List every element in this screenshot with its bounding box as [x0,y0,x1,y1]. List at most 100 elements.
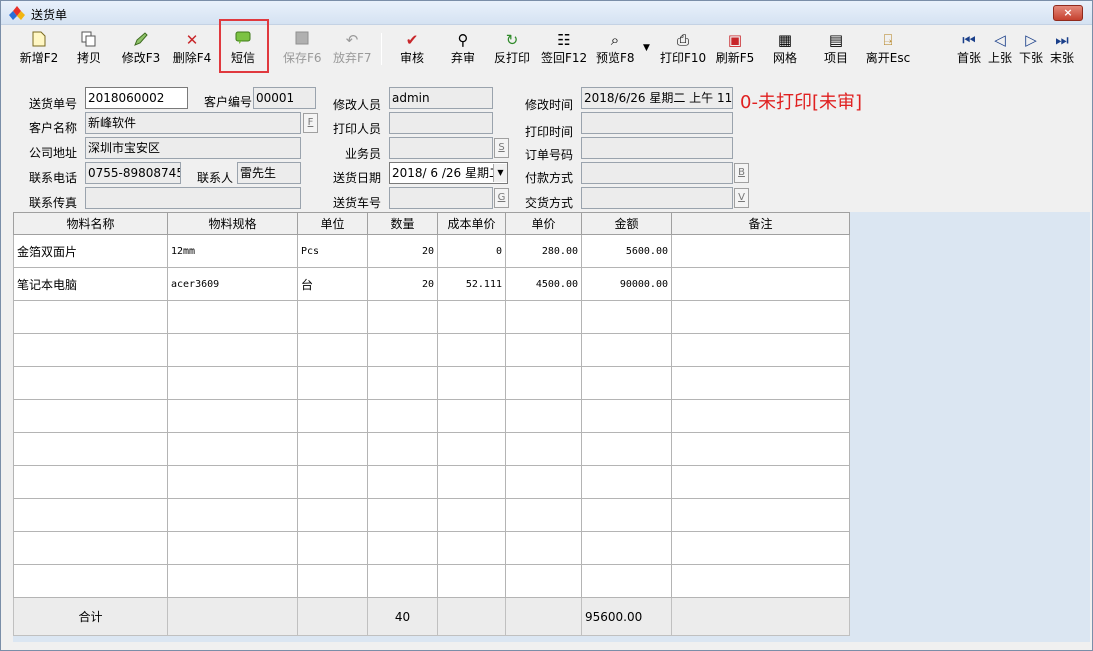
payment-picker-button[interactable]: B [734,163,749,183]
address-label: 公司地址 [29,146,78,160]
empty-row[interactable] [13,432,850,466]
prev-button[interactable]: ◁ 上张 [987,31,1013,69]
col-unit-price[interactable]: 单价 [505,212,582,235]
cell-cost-price[interactable]: 52.111 [437,267,506,301]
cell-material-name[interactable]: 笔记本电脑 [13,267,168,301]
vehicle-field[interactable] [389,187,493,209]
status-badge: 0-未打印[未审] [740,92,862,113]
empty-row[interactable] [13,498,850,532]
cell-unit[interactable]: 台 [297,267,368,301]
modify-time-field[interactable]: 2018/6/26 星期二 上午 11: [581,87,733,109]
modifier-label: 修改人员 [333,98,382,112]
cell-material-spec[interactable]: acer3609 [167,267,298,301]
cell-unit-price[interactable]: 4500.00 [505,267,582,301]
phone-label: 联系电话 [29,171,78,185]
delivery-mode-picker-button[interactable]: V [734,188,749,208]
contact-label: 联系人 [197,171,234,185]
empty-row[interactable] [13,465,850,499]
col-material-spec[interactable]: 物料规格 [167,212,298,235]
cell-unit-price[interactable]: 280.00 [505,234,582,268]
delivery-date-value: 2018/ 6 /26 星期二 [392,166,501,180]
new-button[interactable]: 新增F2 [19,31,59,69]
cell-amount[interactable]: 90000.00 [581,267,672,301]
customer-name-field[interactable]: 新峰软件 [85,112,301,134]
empty-row[interactable] [13,333,850,367]
copy-button[interactable]: 拷贝 [75,31,103,69]
total-quantity: 40 [367,597,438,636]
cell-quantity[interactable]: 20 [367,267,438,301]
empty-row[interactable] [13,399,850,433]
cell-remarks[interactable] [671,267,850,301]
discard-button-label: 放弃F7 [333,51,372,65]
total-amount: 95600.00 [581,597,672,636]
discard-button[interactable]: ↶ 放弃F7 [333,31,372,69]
payment-field[interactable] [581,162,733,184]
last-button[interactable]: ⏭ 末张 [1049,31,1075,69]
customer-picker-button[interactable]: F [303,113,318,133]
delivery-date-field[interactable]: 2018/ 6 /26 星期二 ▼ [389,162,508,184]
print-button-label: 打印F10 [660,51,707,65]
col-amount[interactable]: 金额 [581,212,672,235]
new-document-icon [19,31,59,49]
delivery-no-field[interactable]: 2018060002 [85,87,188,109]
grid-button[interactable]: ▦ 网格 [771,31,799,69]
unapprove-button-label: 弃审 [450,51,475,65]
salesman-field[interactable] [389,137,493,159]
cell-unit[interactable]: Pcs [297,234,368,268]
items-grid-area: 物料名称 物料规格 单位 数量 成本单价 单价 金额 备注 金箔双面片 12mm… [13,212,1090,642]
unapprove-button[interactable]: ⚲ 弃审 [449,31,477,69]
cell-amount[interactable]: 5600.00 [581,234,672,268]
col-unit[interactable]: 单位 [297,212,368,235]
col-remarks[interactable]: 备注 [671,212,850,235]
preview-dropdown-arrow[interactable]: ▼ [643,43,650,53]
edit-button[interactable]: 修改F3 [121,31,161,69]
items-button[interactable]: ▤ 项目 [822,31,850,69]
salesman-picker-button[interactable]: S [494,138,509,158]
grid-icon: ▦ [777,31,793,49]
cell-material-name[interactable]: 金箔双面片 [13,234,168,268]
preview-button[interactable]: ⌕ 预览F8 [596,31,635,69]
cell-cost-price[interactable]: 0 [437,234,506,268]
cell-quantity[interactable]: 20 [367,234,438,268]
vehicle-picker-button[interactable]: G [494,188,509,208]
unprint-button-label: 反打印 [493,51,530,65]
delivery-mode-field[interactable] [581,187,733,209]
close-button[interactable]: × [1053,5,1083,21]
col-material-name[interactable]: 物料名称 [13,212,168,235]
first-button-label: 首张 [956,51,981,65]
empty-row[interactable] [13,564,850,598]
save-button[interactable]: 保存F6 [283,31,322,69]
cell-remarks[interactable] [671,234,850,268]
order-no-label: 订单号码 [525,148,574,162]
empty-row[interactable] [13,300,850,334]
print-time-field[interactable] [581,112,733,134]
signback-button[interactable]: ☷ 签回F12 [541,31,587,69]
table-row[interactable]: 笔记本电脑 acer3609 台 20 52.111 4500.00 90000… [13,267,850,301]
first-button[interactable]: ⏮ 首张 [956,31,982,69]
address-field[interactable]: 深圳市宝安区 [85,137,301,159]
exit-button[interactable]: ⍈ 离开Esc [865,31,911,69]
chevron-down-icon[interactable]: ▼ [493,164,507,182]
fax-field[interactable] [85,187,301,209]
printer-field[interactable] [389,112,493,134]
col-cost-price[interactable]: 成本单价 [437,212,506,235]
empty-row[interactable] [13,366,850,400]
order-no-field[interactable] [581,137,733,159]
col-quantity[interactable]: 数量 [367,212,438,235]
approve-button[interactable]: ✔ 审核 [398,31,426,69]
print-button[interactable]: ⎙ 打印F10 [660,31,706,69]
preview-button-label: 预览F8 [596,51,635,65]
save-button-label: 保存F6 [283,51,322,65]
phone-field[interactable]: 0755-89808745 [85,162,181,184]
table-row[interactable]: 金箔双面片 12mm Pcs 20 0 280.00 5600.00 [13,234,850,268]
empty-row[interactable] [13,531,850,565]
delete-button[interactable]: ✕ 删除F4 [172,31,212,69]
refresh-button[interactable]: ▣ 刷新F5 [715,31,755,69]
next-button[interactable]: ▷ 下张 [1018,31,1044,69]
cell-material-spec[interactable]: 12mm [167,234,298,268]
customer-code-field[interactable]: 00001 [253,87,316,109]
last-record-icon: ⏭ [1055,31,1069,49]
unprint-button[interactable]: ↻ 反打印 [493,31,531,69]
modifier-field[interactable]: admin [389,87,493,109]
contact-field[interactable]: 雷先生 [237,162,301,184]
